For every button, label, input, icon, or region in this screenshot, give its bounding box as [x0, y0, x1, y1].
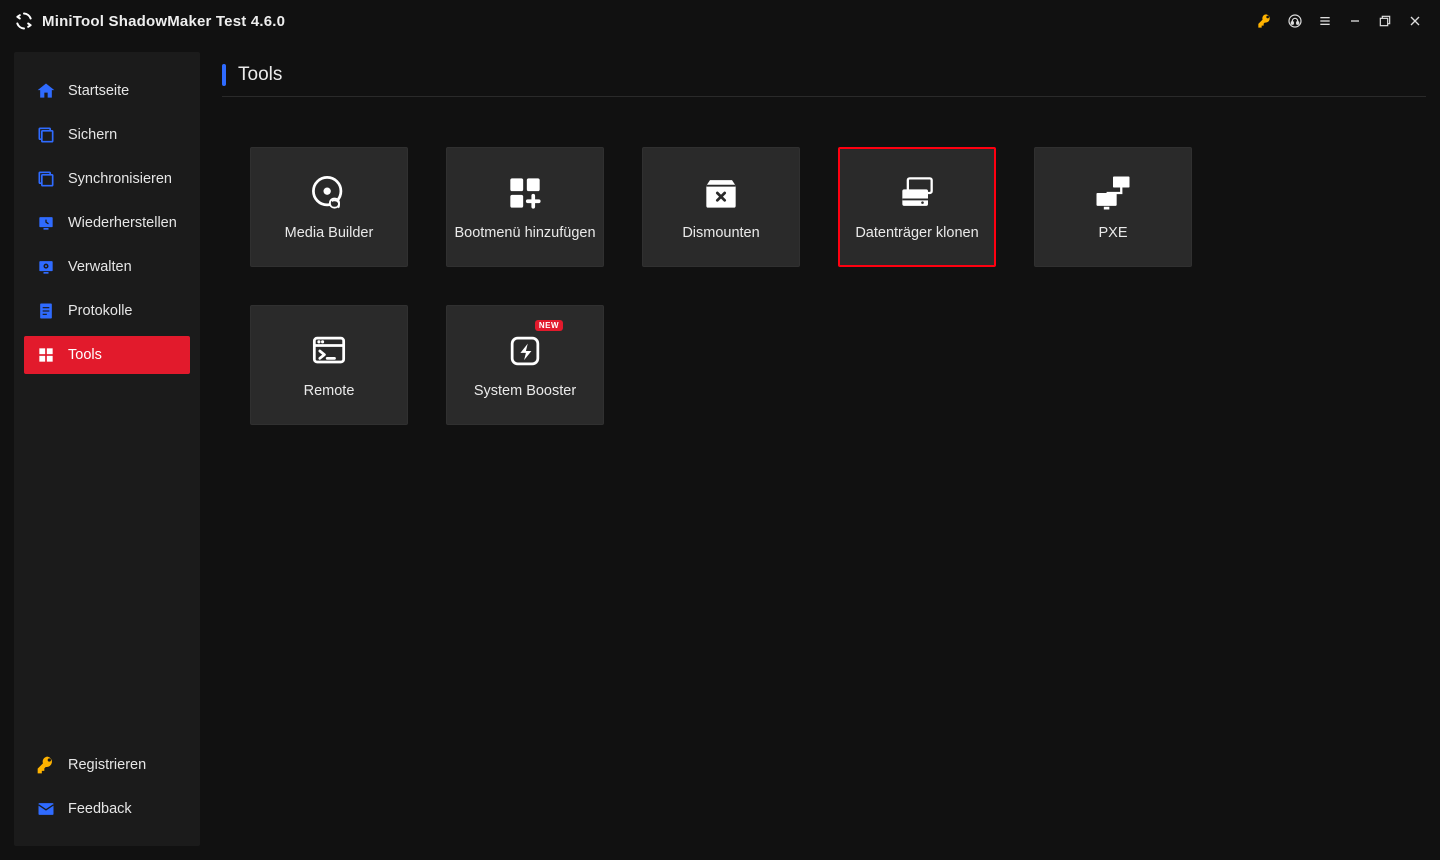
body: Startseite Sichern Synchronisieren	[0, 42, 1440, 860]
disc-icon	[307, 173, 351, 213]
disk-clone-icon	[895, 173, 939, 213]
tile-label: Dismounten	[682, 225, 759, 241]
backup-icon	[36, 125, 56, 145]
close-icon[interactable]	[1400, 6, 1430, 36]
tile-system-booster[interactable]: NEW System Booster	[446, 305, 604, 425]
tile-clone-disk[interactable]: Datenträger klonen	[838, 147, 996, 267]
sidebar-item-label: Protokolle	[68, 303, 132, 319]
menu-icon[interactable]	[1310, 6, 1340, 36]
sidebar-item-label: Tools	[68, 347, 102, 363]
sidebar-item-restore[interactable]: Wiederherstellen	[24, 204, 190, 242]
sidebar-item-label: Sichern	[68, 127, 117, 143]
header-accent-bar	[222, 64, 226, 86]
manage-icon	[36, 257, 56, 277]
sidebar-item-feedback[interactable]: Feedback	[24, 790, 190, 828]
page-title: Tools	[238, 64, 282, 86]
restore-icon	[36, 213, 56, 233]
app-window: MiniTool ShadowMaker Test 4.6.0	[0, 0, 1440, 860]
sidebar-item-backup[interactable]: Sichern	[24, 116, 190, 154]
nav: Startseite Sichern Synchronisieren	[24, 72, 190, 374]
terminal-icon	[307, 331, 351, 371]
maximize-icon[interactable]	[1370, 6, 1400, 36]
tile-label: Datenträger klonen	[855, 225, 978, 241]
key-icon	[36, 755, 56, 775]
sidebar-item-register[interactable]: Registrieren	[24, 746, 190, 784]
app-logo-icon	[14, 11, 34, 31]
tile-media-builder[interactable]: Media Builder	[250, 147, 408, 267]
tile-label: Media Builder	[285, 225, 374, 241]
main: Tools Media Builder Bootmenü hinzufügen	[222, 52, 1426, 846]
tile-label: System Booster	[474, 383, 576, 399]
sidebar-item-tools[interactable]: Tools	[24, 336, 190, 374]
sidebar-item-label: Verwalten	[68, 259, 132, 275]
booster-icon	[503, 331, 547, 371]
support-icon[interactable]	[1280, 6, 1310, 36]
logs-icon	[36, 301, 56, 321]
sidebar-item-logs[interactable]: Protokolle	[24, 292, 190, 330]
dismount-box-icon	[699, 173, 743, 213]
sidebar-item-home[interactable]: Startseite	[24, 72, 190, 110]
sidebar-item-sync[interactable]: Synchronisieren	[24, 160, 190, 198]
add-tile-icon	[503, 173, 547, 213]
tile-boot-menu-add[interactable]: Bootmenü hinzufügen	[446, 147, 604, 267]
tile-remote[interactable]: Remote	[250, 305, 408, 425]
sidebar-item-manage[interactable]: Verwalten	[24, 248, 190, 286]
sidebar-item-label: Synchronisieren	[68, 171, 172, 187]
pxe-network-icon	[1091, 173, 1135, 213]
page-header: Tools	[222, 58, 1426, 97]
new-badge: NEW	[535, 320, 563, 331]
tools-grid-icon	[36, 345, 56, 365]
sidebar-item-label: Registrieren	[68, 757, 146, 773]
tile-pxe[interactable]: PXE	[1034, 147, 1192, 267]
tile-dismount[interactable]: Dismounten	[642, 147, 800, 267]
mail-icon	[36, 799, 56, 819]
sidebar: Startseite Sichern Synchronisieren	[14, 52, 200, 846]
sidebar-item-label: Feedback	[68, 801, 132, 817]
tool-tile-grid: Media Builder Bootmenü hinzufügen Dismou…	[222, 97, 1426, 425]
window-title: MiniTool ShadowMaker Test 4.6.0	[42, 13, 285, 30]
tile-label: PXE	[1098, 225, 1127, 241]
sync-icon	[36, 169, 56, 189]
title-bar: MiniTool ShadowMaker Test 4.6.0	[0, 0, 1440, 42]
sidebar-item-label: Startseite	[68, 83, 129, 99]
sidebar-bottom: Registrieren Feedback	[24, 746, 190, 828]
home-icon	[36, 81, 56, 101]
key-icon[interactable]	[1250, 6, 1280, 36]
minimize-icon[interactable]	[1340, 6, 1370, 36]
tile-label: Remote	[304, 383, 355, 399]
sidebar-item-label: Wiederherstellen	[68, 215, 177, 231]
tile-label: Bootmenü hinzufügen	[454, 225, 595, 241]
